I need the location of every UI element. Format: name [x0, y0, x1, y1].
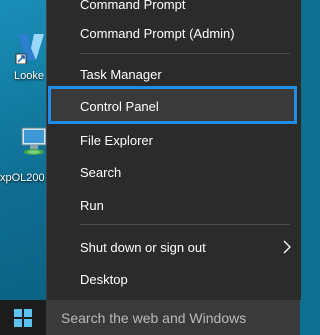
taskbar: Search the web and Windows	[0, 300, 300, 335]
menu-item-control-panel[interactable]: Control Panel	[47, 90, 301, 122]
desktop-icon-xpol[interactable]: xpOL200	[0, 120, 50, 190]
windows-logo-icon	[14, 309, 32, 327]
menu-separator	[80, 224, 290, 225]
computer-icon	[21, 127, 47, 155]
menu-separator	[80, 53, 290, 54]
menu-item-search[interactable]: Search	[47, 156, 301, 188]
menu-item-command-prompt-admin[interactable]: Command Prompt (Admin)	[47, 17, 301, 49]
desktop-icon-looke[interactable]: Looke	[6, 30, 50, 90]
menu-item-shut-down-sign-out[interactable]: Shut down or sign out	[47, 231, 301, 263]
start-button[interactable]	[0, 300, 46, 335]
search-box[interactable]: Search the web and Windows	[46, 300, 300, 335]
menu-item-run[interactable]: Run	[47, 189, 301, 221]
menu-item-file-explorer[interactable]: File Explorer	[47, 124, 301, 156]
menu-item-desktop[interactable]: Desktop	[47, 263, 301, 295]
desktop-icon-label: xpOL200	[0, 172, 45, 184]
blue-shortcut-icon	[15, 34, 44, 64]
search-placeholder: Search the web and Windows	[61, 310, 247, 326]
desktop-icon-label: Looke	[14, 70, 44, 82]
quick-link-menu: Command Prompt Command Prompt (Admin) Ta…	[46, 0, 301, 300]
chevron-right-icon	[283, 240, 291, 254]
